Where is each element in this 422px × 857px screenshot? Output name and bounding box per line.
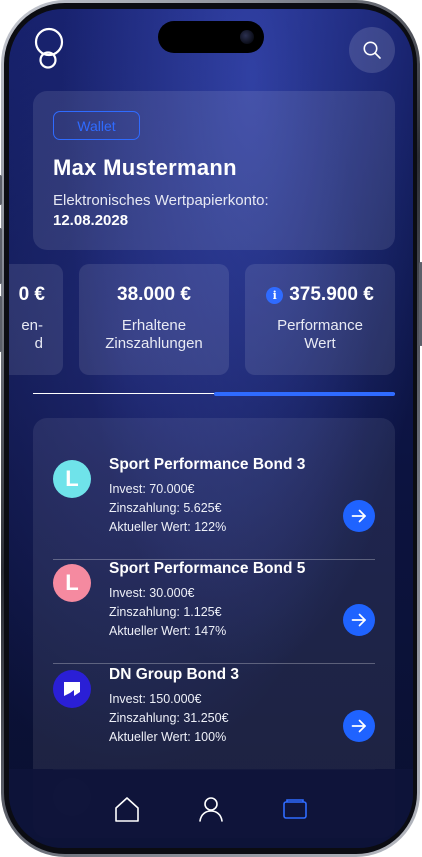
- wallet-icon: [283, 799, 307, 819]
- camera-icon: [240, 30, 254, 44]
- bond-interest: Zinszahlung: 31.250€: [109, 711, 229, 725]
- divider: [53, 663, 375, 664]
- arrow-right-icon: [351, 509, 366, 523]
- list-item[interactable]: DN Group Bond 3 Invest: 150.000€ Zinszah…: [53, 666, 375, 770]
- list-item[interactable]: L Sport Performance Bond 3 Invest: 70.00…: [53, 456, 375, 560]
- action-button: [0, 175, 2, 205]
- profile-icon: [199, 797, 223, 822]
- stat-card-performance[interactable]: i 375.900 € Performance Wert: [245, 264, 395, 375]
- owner-name: Max Mustermann: [53, 155, 237, 180]
- tab-profile[interactable]: [191, 789, 231, 829]
- app-logo-icon[interactable]: [31, 27, 67, 71]
- tab-wallet[interactable]: [275, 789, 315, 829]
- bond-interest: Zinszahlung: 5.625€: [109, 501, 222, 515]
- search-icon: [363, 41, 381, 59]
- stats-carousel[interactable]: 0 € en- d 38.000 € Erhaltene Zinszahlung…: [9, 264, 413, 376]
- stat-label: en- d: [9, 317, 63, 353]
- bond-current-value: Aktueller Wert: 147%: [109, 624, 227, 638]
- stat-card-interest[interactable]: 38.000 € Erhaltene Zinszahlungen: [79, 264, 229, 375]
- volume-up-button: [0, 228, 2, 284]
- tab-home[interactable]: [107, 789, 147, 829]
- bond-invest: Invest: 30.000€: [109, 586, 195, 600]
- bond-detail-button[interactable]: [343, 710, 375, 742]
- bond-interest: Zinszahlung: 1.125€: [109, 605, 222, 619]
- list-item[interactable]: L Sport Performance Bond 5 Invest: 30.00…: [53, 560, 375, 664]
- bond-logo-letter: L: [65, 570, 79, 595]
- bond-detail-button[interactable]: [343, 500, 375, 532]
- wallet-header-card: Wallet Max Mustermann Elektronisches Wer…: [33, 91, 395, 250]
- stat-label-line: Zinszahlungen: [105, 335, 203, 352]
- stat-label-line: Wert: [304, 335, 336, 352]
- bond-logo-letter: L: [65, 466, 79, 491]
- dn-group-logo-icon: [64, 682, 80, 696]
- stat-label-line: d: [34, 335, 43, 352]
- info-icon[interactable]: i: [266, 286, 284, 304]
- bond-current-value: Aktueller Wert: 122%: [109, 520, 227, 534]
- stat-label-line: Performance: [277, 317, 363, 334]
- stat-card-partial[interactable]: 0 € en- d: [9, 264, 63, 375]
- stat-label-line: en-: [21, 317, 43, 334]
- wallet-badge: Wallet: [53, 111, 140, 140]
- account-date: 12.08.2028: [53, 212, 129, 229]
- bond-detail-button[interactable]: [343, 604, 375, 636]
- stat-value: 38.000 €: [117, 284, 191, 305]
- bond-name: Sport Performance Bond 3: [109, 456, 306, 473]
- stat-label: Performance Wert: [245, 317, 395, 353]
- stat-value: i 375.900 €: [245, 284, 395, 306]
- stat-value: 0 €: [18, 284, 45, 305]
- bond-name: Sport Performance Bond 5: [109, 560, 306, 577]
- arrow-right-icon: [351, 719, 366, 733]
- bond-current-value: Aktueller Wert: 100%: [109, 730, 227, 744]
- search-button[interactable]: [349, 27, 395, 73]
- app-screen: Wallet Max Mustermann Elektronisches Wer…: [9, 9, 413, 848]
- bond-invest: Invest: 150.000€: [109, 692, 202, 706]
- stat-label-line: Erhaltene: [121, 317, 187, 334]
- account-label: Elektronisches Wertpapierkonto:: [53, 192, 269, 209]
- dynamic-island: [158, 21, 264, 53]
- bond-invest: Invest: 70.000€: [109, 482, 195, 496]
- bond-logo-icon: L: [53, 460, 91, 498]
- volume-down-button: [0, 296, 2, 352]
- bond-name: DN Group Bond 3: [109, 666, 240, 683]
- arrow-right-icon: [351, 613, 366, 627]
- tab-bar: [9, 769, 413, 848]
- bond-logo-icon: [53, 670, 91, 708]
- stat-value-text: 375.900 €: [289, 284, 374, 305]
- bond-logo-icon: L: [53, 564, 91, 602]
- stat-label: Erhaltene Zinszahlungen: [79, 317, 229, 353]
- home-icon: [115, 797, 139, 822]
- carousel-active-indicator: [214, 392, 395, 396]
